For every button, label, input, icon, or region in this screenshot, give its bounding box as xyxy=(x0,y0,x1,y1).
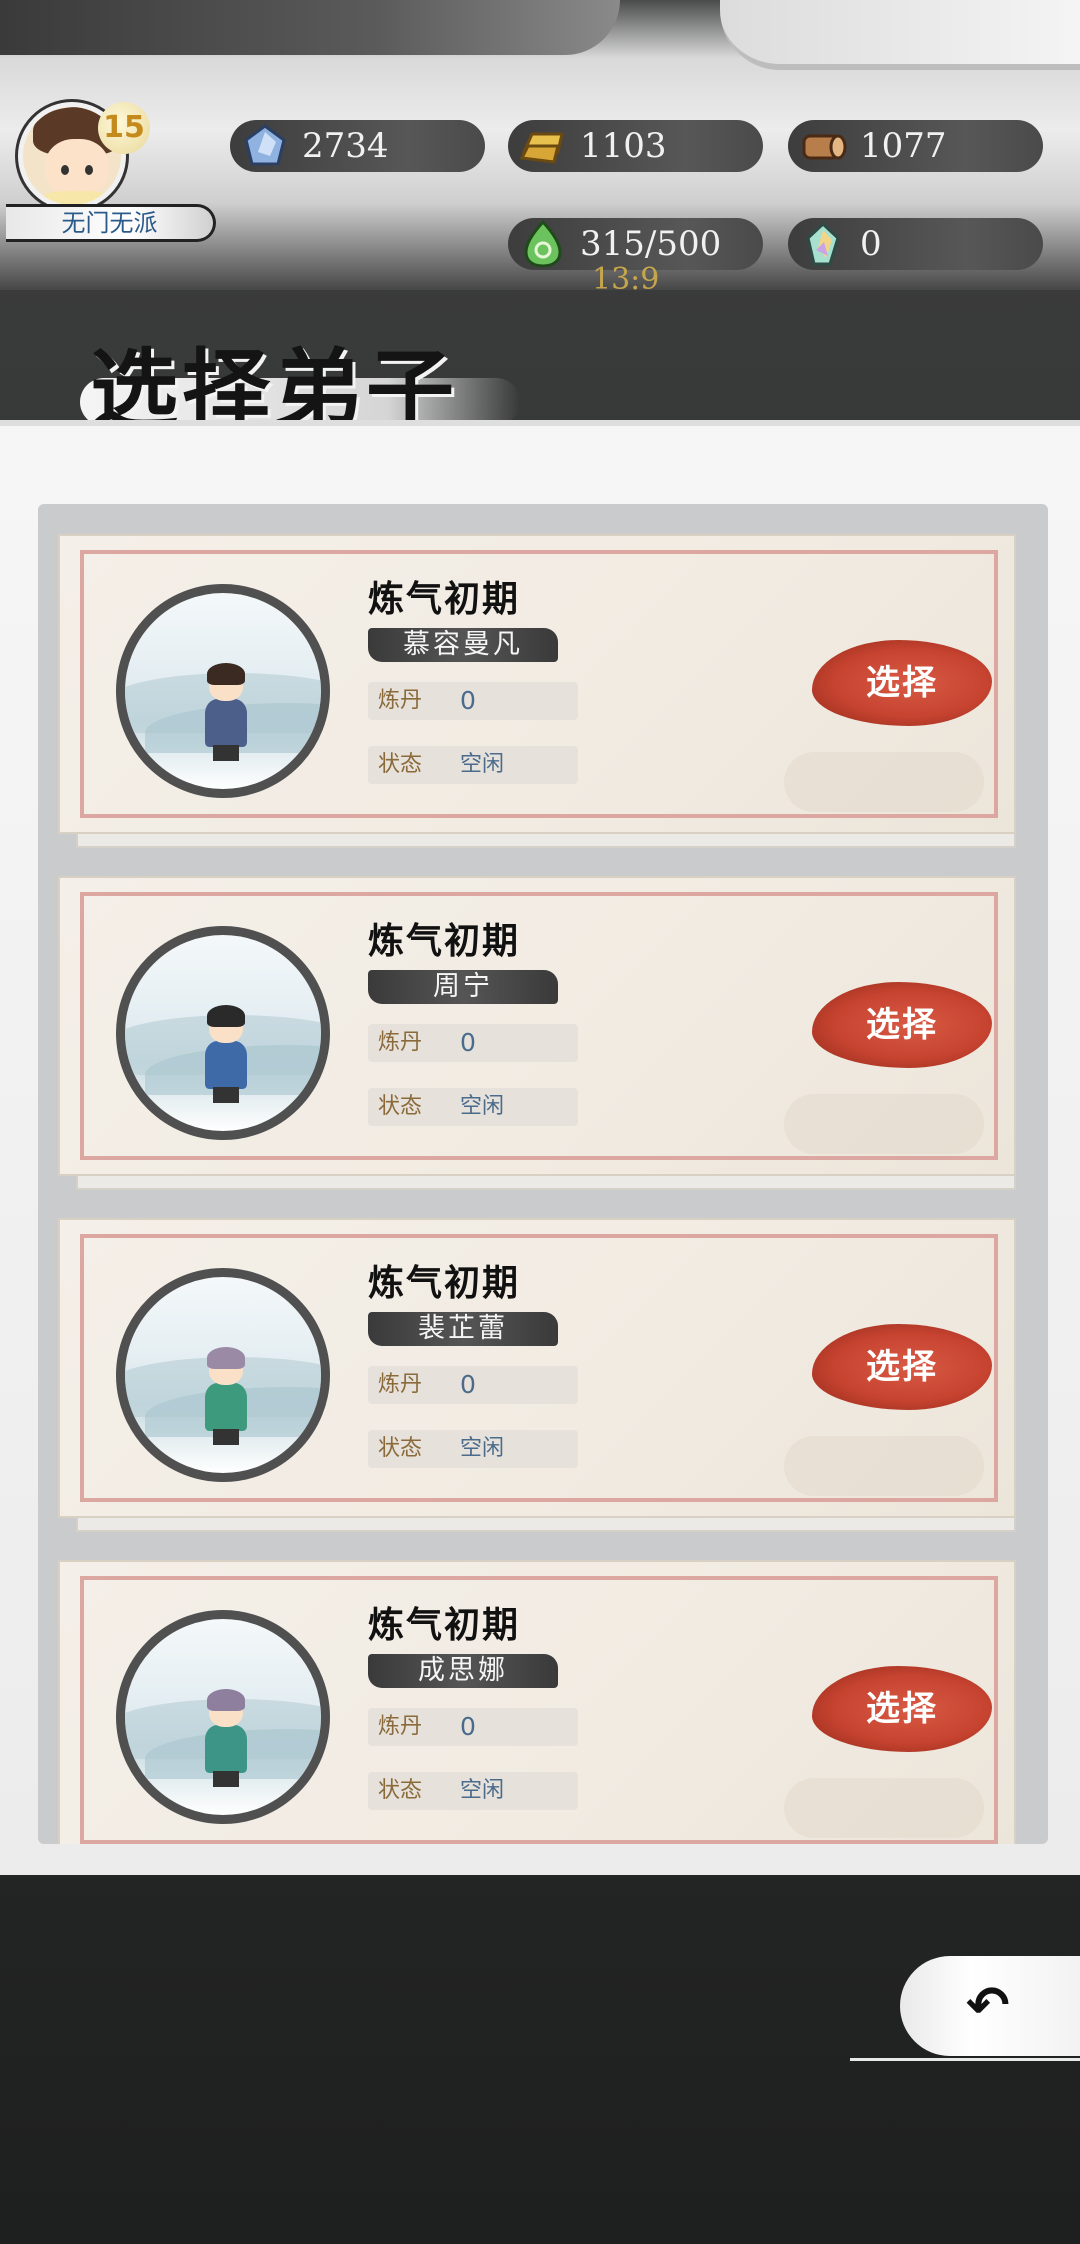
alchemy-value: 0 xyxy=(460,686,476,715)
disciple-card: 炼气初期 裴芷蕾 炼丹 0 状态 空闲 选择 xyxy=(58,1218,1016,1532)
disciple-portrait xyxy=(116,1268,330,1482)
disciple-sprite xyxy=(201,1689,251,1789)
disciple-name: 成思娜 xyxy=(368,1654,558,1688)
gold-ingot-icon xyxy=(519,132,564,164)
resource-gold[interactable]: 1103 xyxy=(508,120,763,172)
status-value: 空闲 xyxy=(460,752,505,777)
alchemy-stat: 炼丹 0 xyxy=(368,1366,578,1404)
status-label: 状态 xyxy=(378,752,423,777)
resource-value: 2734 xyxy=(302,126,389,166)
cloud-swirl-decoration xyxy=(720,0,1080,70)
disciple-realm: 炼气初期 xyxy=(368,1262,521,1304)
status-label: 状态 xyxy=(378,1436,423,1461)
disciple-sprite xyxy=(201,1005,251,1105)
select-button[interactable]: 选择 xyxy=(812,1666,992,1752)
status-label: 状态 xyxy=(378,1094,423,1119)
status-stat: 状态 空闲 xyxy=(368,1430,578,1468)
resource-value: 0 xyxy=(860,224,882,264)
alchemy-value: 0 xyxy=(460,1370,476,1399)
resource-value: 1103 xyxy=(580,126,667,166)
disciple-portrait xyxy=(116,1610,330,1824)
green-gem-icon xyxy=(524,220,562,268)
disciple-realm: 炼气初期 xyxy=(368,1604,521,1646)
disciple-name: 慕容曼凡 xyxy=(368,628,558,662)
resource-wood[interactable]: 1077 xyxy=(788,120,1043,172)
disciple-name: 裴芷蕾 xyxy=(368,1312,558,1346)
alchemy-value: 0 xyxy=(460,1028,476,1057)
alchemy-stat: 炼丹 0 xyxy=(368,682,578,720)
disciple-sprite xyxy=(201,663,251,763)
alchemy-label: 炼丹 xyxy=(378,1714,423,1739)
rainbow-crystal-icon xyxy=(806,221,840,266)
disciple-card: 炼气初期 慕容曼凡 炼丹 0 状态 空闲 选择 xyxy=(58,534,1016,848)
disciple-sprite xyxy=(201,1347,251,1447)
alchemy-value: 0 xyxy=(460,1712,476,1741)
select-button[interactable]: 选择 xyxy=(812,640,992,726)
disciple-portrait xyxy=(116,584,330,798)
disciple-card: 炼气初期 成思娜 炼丹 0 状态 空闲 选择 xyxy=(58,1560,1016,1844)
select-button[interactable]: 选择 xyxy=(812,1324,992,1410)
status-stat: 状态 空闲 xyxy=(368,746,578,784)
disciple-realm: 炼气初期 xyxy=(368,578,521,620)
status-label: 状态 xyxy=(378,1778,423,1803)
resource-value: 1077 xyxy=(860,126,947,166)
alchemy-stat: 炼丹 0 xyxy=(368,1708,578,1746)
alchemy-label: 炼丹 xyxy=(378,1372,423,1397)
wood-log-icon xyxy=(802,134,847,160)
status-value: 空闲 xyxy=(460,1778,505,1803)
resource-spirit-stone[interactable]: 2734 xyxy=(230,120,485,172)
page-title-block: 选择弟子 xyxy=(60,300,520,442)
disciple-card: 炼气初期 周宁 炼丹 0 状态 空闲 选择 xyxy=(58,876,1016,1190)
status-stat: 状态 空闲 xyxy=(368,1772,578,1810)
ink-swirl-decoration xyxy=(0,0,620,55)
status-value: 空闲 xyxy=(460,1094,505,1119)
alchemy-label: 炼丹 xyxy=(378,688,423,713)
disciple-list[interactable]: 炼气初期 慕容曼凡 炼丹 0 状态 空闲 选择 炼气初期 周宁 炼丹 0 状态 … xyxy=(38,504,1048,1844)
player-level-badge: 15 xyxy=(98,102,150,154)
disciple-portrait xyxy=(116,926,330,1140)
player-badge[interactable]: 15 无门无派 xyxy=(6,92,216,242)
back-arrow-icon: ↶ xyxy=(966,1976,1010,2036)
back-button[interactable]: ↶ xyxy=(900,1956,1080,2056)
player-sect-label: 无门无派 xyxy=(6,204,216,242)
disciple-realm: 炼气初期 xyxy=(368,920,521,962)
energy-timer: 13:9 xyxy=(592,262,660,297)
resource-crystal[interactable]: 0 xyxy=(788,218,1043,270)
alchemy-stat: 炼丹 0 xyxy=(368,1024,578,1062)
main-panel: 炼气初期 慕容曼凡 炼丹 0 状态 空闲 选择 炼气初期 周宁 炼丹 0 状态 … xyxy=(0,420,1080,1875)
disciple-name: 周宁 xyxy=(368,970,558,1004)
status-stat: 状态 空闲 xyxy=(368,1088,578,1126)
select-button[interactable]: 选择 xyxy=(812,982,992,1068)
status-value: 空闲 xyxy=(460,1436,505,1461)
alchemy-label: 炼丹 xyxy=(378,1030,423,1055)
back-button-underline xyxy=(850,2058,1080,2061)
spirit-stone-icon xyxy=(244,124,286,166)
